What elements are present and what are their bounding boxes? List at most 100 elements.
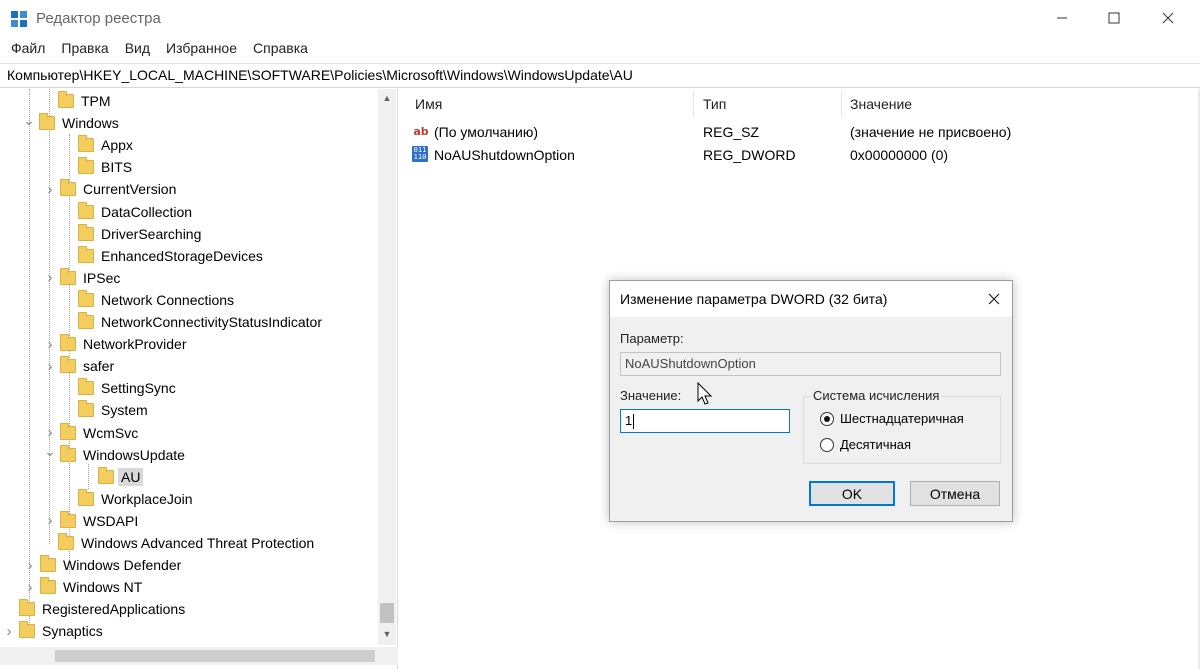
tree-item[interactable]: ⌄ WindowsUpdate xyxy=(44,443,188,466)
menu-file[interactable]: Файл xyxy=(0,38,53,60)
tree-item[interactable]: › Windows NT xyxy=(24,576,145,598)
menu-bar: Файл Правка Вид Избранное Справка xyxy=(0,38,316,60)
tree-item-label: RegisteredApplications xyxy=(42,601,186,618)
column-type[interactable]: Тип xyxy=(703,96,726,112)
tree-horizontal-scrollbar[interactable] xyxy=(0,647,398,665)
hscroll-thumb[interactable] xyxy=(55,650,375,662)
tree-item[interactable]: › WSDAPI xyxy=(44,510,141,532)
address-bar[interactable]: Компьютер\HKEY_LOCAL_MACHINE\SOFTWARE\Po… xyxy=(0,63,1200,88)
dialog-close-button[interactable] xyxy=(982,287,1006,311)
chevron-right-icon[interactable]: › xyxy=(44,512,56,529)
chevron-right-icon[interactable]: › xyxy=(44,181,56,198)
tree-item[interactable]: RegisteredApplications xyxy=(3,598,188,620)
registry-editor-icon xyxy=(11,11,27,27)
tree-item[interactable]: › WcmSvc xyxy=(44,422,141,444)
ok-button[interactable]: OK xyxy=(809,481,895,506)
tree-item[interactable]: NetworkConnectivityStatusIndicator xyxy=(62,311,325,333)
tree-item-label: WindowsUpdate xyxy=(83,446,185,463)
chevron-right-icon[interactable]: › xyxy=(44,269,56,286)
menu-view[interactable]: Вид xyxy=(117,38,158,60)
folder-icon xyxy=(19,599,35,617)
column-separator[interactable] xyxy=(693,92,694,116)
folder-icon xyxy=(78,400,94,418)
tree-item[interactable]: › Synaptics xyxy=(3,620,106,642)
tree-item[interactable]: › CurrentVersion xyxy=(44,178,179,200)
tree-item-label: NetworkConnectivityStatusIndicator xyxy=(101,314,322,330)
folder-icon xyxy=(40,555,56,573)
folder-icon xyxy=(60,510,76,528)
tree-item[interactable]: System xyxy=(62,399,151,421)
list-item[interactable]: 011 110 NoAUShutdownOption REG_DWORD 0x00… xyxy=(404,144,1200,166)
address-path: Компьютер\HKEY_LOCAL_MACHINE\SOFTWARE\Po… xyxy=(7,67,633,83)
base-group xyxy=(803,396,1001,464)
folder-icon xyxy=(78,223,94,241)
tree-item[interactable]: ⌄ Windows xyxy=(23,112,122,134)
tree-item[interactable]: SettingSync xyxy=(62,377,179,399)
tree-item-label: Appx xyxy=(101,137,133,154)
tree-item-label: AU xyxy=(118,467,144,486)
scroll-down-arrow-icon[interactable]: ▼ xyxy=(378,625,396,643)
param-name-field: NoAUShutdownOption xyxy=(620,352,1001,376)
radio-label-dec: Десятичная xyxy=(840,437,912,452)
chevron-down-icon[interactable]: ⌄ xyxy=(23,112,35,128)
tree-item[interactable]: TPM xyxy=(42,90,114,112)
folder-icon xyxy=(78,135,94,153)
menu-edit[interactable]: Правка xyxy=(53,38,116,60)
tree-item-label: WSDAPI xyxy=(83,512,139,529)
tree-item-label: SettingSync xyxy=(101,380,176,397)
value-name: NoAUShutdownOption xyxy=(434,147,575,163)
tree-item[interactable]: Appx xyxy=(62,134,136,156)
tree-item[interactable]: WorkplaceJoin xyxy=(62,488,196,510)
tree-guide-line xyxy=(49,89,50,544)
tree-item[interactable]: › safer xyxy=(44,355,117,377)
column-name[interactable]: Имя xyxy=(415,96,442,112)
radio-decimal[interactable]: Десятичная xyxy=(820,437,911,452)
base-group-title: Система исчисления xyxy=(810,388,943,403)
menu-help[interactable]: Справка xyxy=(245,38,316,60)
chevron-right-icon[interactable]: › xyxy=(44,358,56,375)
tree-item[interactable]: Network Connections xyxy=(62,289,237,311)
value-data-input[interactable]: 1 xyxy=(620,409,790,433)
tree-item[interactable]: › IPSec xyxy=(44,267,123,289)
tree-item[interactable]: EnhancedStorageDevices xyxy=(62,245,266,267)
chevron-right-icon[interactable]: › xyxy=(44,424,56,441)
tree-item[interactable]: Windows Advanced Threat Protection xyxy=(42,532,317,554)
radio-hexadecimal[interactable]: Шестнадцатеричная xyxy=(820,411,964,426)
menu-favorites[interactable]: Избранное xyxy=(158,38,245,60)
chevron-down-icon[interactable]: ⌄ xyxy=(44,443,56,459)
scroll-up-arrow-icon[interactable]: ▲ xyxy=(378,89,396,107)
column-value[interactable]: Значение xyxy=(850,96,912,112)
title-bar: Редактор реестра xyxy=(0,0,1200,36)
radio-button-icon[interactable] xyxy=(820,437,834,452)
column-separator[interactable] xyxy=(841,92,842,116)
value-data: (значение не присвоено) xyxy=(850,124,1012,140)
list-item[interactable]: ab (По умолчанию) REG_SZ (значение не пр… xyxy=(404,121,1200,143)
tree-item[interactable]: › NetworkProvider xyxy=(44,333,189,355)
tree-item[interactable]: › Windows Defender xyxy=(24,554,184,576)
tree-item[interactable]: DataCollection xyxy=(62,201,195,223)
minimize-button[interactable] xyxy=(1036,0,1088,36)
cancel-button[interactable]: Отмена xyxy=(910,481,1000,506)
close-button[interactable] xyxy=(1142,0,1194,36)
chevron-right-icon[interactable]: › xyxy=(44,336,56,353)
value-type: REG_SZ xyxy=(703,124,760,140)
key-tree: TPM ⌄ Windows Appx BITS › CurrentVersion DataCo… xyxy=(0,89,398,669)
tree-item-label: DriverSearching xyxy=(101,225,202,242)
tree-item[interactable]: AU xyxy=(82,466,144,488)
tree-vertical-scrollbar[interactable]: ▲ ▼ xyxy=(378,89,396,645)
chevron-right-icon[interactable]: › xyxy=(3,623,15,640)
chevron-right-icon[interactable]: › xyxy=(24,557,36,574)
chevron-right-icon[interactable]: › xyxy=(24,579,36,596)
value-label: Значение: xyxy=(620,388,682,403)
tree-item[interactable]: DriverSearching xyxy=(62,223,204,245)
scroll-thumb[interactable] xyxy=(380,603,394,623)
tree-item[interactable]: BITS xyxy=(62,156,135,178)
radio-button-checked-icon[interactable] xyxy=(820,411,834,426)
minimize-icon xyxy=(1057,17,1067,19)
maximize-button[interactable] xyxy=(1088,0,1140,36)
dialog-title-bar: Изменение параметра DWORD (32 бита) xyxy=(610,281,1012,317)
folder-icon xyxy=(60,422,76,440)
